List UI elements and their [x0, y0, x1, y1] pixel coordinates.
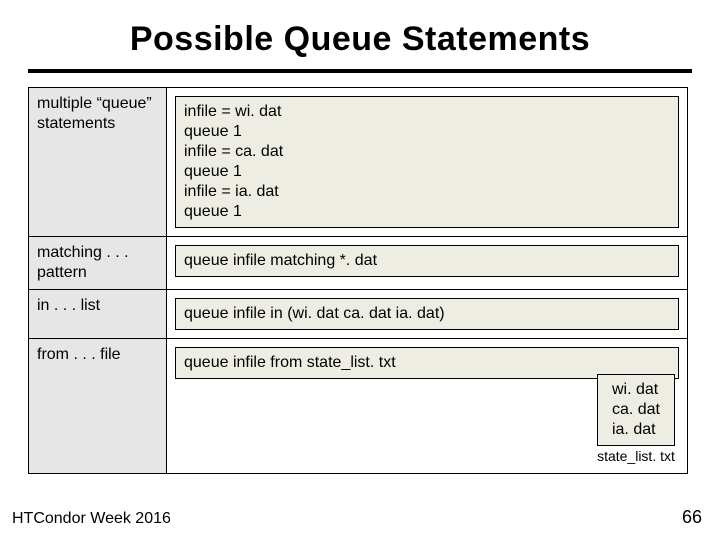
file-preview: wi. dat ca. dat ia. dat state_list. txt	[597, 374, 675, 464]
file-caption: state_list. txt	[597, 448, 675, 464]
row-code-cell: queue infile in (wi. dat ca. dat ia. dat…	[167, 290, 688, 339]
table-row: in . . . list queue infile in (wi. dat c…	[29, 290, 688, 339]
row-code-cell: queue infile from state_list. txt wi. da…	[167, 339, 688, 474]
code-box-in-list: queue infile in (wi. dat ca. dat ia. dat…	[175, 298, 679, 330]
code-box-matching: queue infile matching *. dat	[175, 245, 679, 277]
file-contents-box: wi. dat ca. dat ia. dat	[597, 374, 675, 446]
code-box-multiple-queue: infile = wi. dat queue 1 infile = ca. da…	[175, 96, 679, 228]
table-row: from . . . file queue infile from state_…	[29, 339, 688, 474]
row-label-from-file: from . . . file	[29, 339, 167, 474]
footer-event: HTCondor Week 2016	[12, 510, 171, 528]
row-code-cell: infile = wi. dat queue 1 infile = ca. da…	[167, 88, 688, 237]
table-row: multiple “queue” statements infile = wi.…	[29, 88, 688, 237]
table-row: matching . . . pattern queue infile matc…	[29, 237, 688, 290]
page-number: 66	[682, 507, 702, 528]
slide-title: Possible Queue Statements	[28, 20, 692, 59]
title-rule	[28, 69, 692, 73]
queue-table: multiple “queue” statements infile = wi.…	[28, 87, 688, 474]
row-code-cell: queue infile matching *. dat	[167, 237, 688, 290]
row-label-multiple-queue: multiple “queue” statements	[29, 88, 167, 237]
slide: Possible Queue Statements multiple “queu…	[0, 0, 720, 540]
row-label-matching: matching . . . pattern	[29, 237, 167, 290]
row-label-in-list: in . . . list	[29, 290, 167, 339]
